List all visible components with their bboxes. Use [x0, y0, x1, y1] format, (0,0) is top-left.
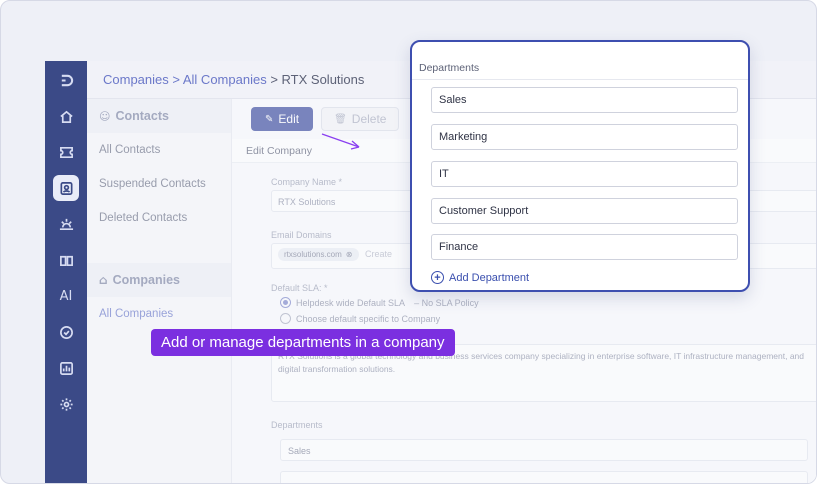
- add-department-label: Add Department: [449, 271, 530, 284]
- divider: [412, 79, 748, 80]
- contact-circle-icon: ☺: [99, 109, 111, 123]
- trash-icon: 🗑: [334, 113, 347, 125]
- settings-gear-icon[interactable]: [53, 391, 79, 417]
- remove-chip-icon[interactable]: ⊗: [346, 250, 353, 259]
- department-input-finance[interactable]: Finance: [431, 234, 738, 260]
- knowledge-base-icon[interactable]: [53, 247, 79, 273]
- ticket-icon[interactable]: [53, 139, 79, 165]
- plus-circle-icon: +: [431, 271, 444, 284]
- screen-frame: AI Companies > All Companies > RTX Solut…: [0, 0, 817, 484]
- contacts-icon[interactable]: [53, 175, 79, 201]
- breadcrumb-separator: >: [168, 72, 183, 87]
- domain-chip: rtxsolutions.com ⊗: [278, 248, 359, 261]
- icon-rail: AI: [45, 61, 87, 483]
- domain-chip-label: rtxsolutions.com: [284, 250, 342, 259]
- logo-icon[interactable]: [53, 67, 79, 93]
- radio-selected-icon: [280, 297, 291, 308]
- department-input-sales[interactable]: Sales: [280, 439, 808, 461]
- sidebar-item-all-contacts[interactable]: All Contacts: [87, 133, 231, 167]
- sidebar-item-all-companies[interactable]: All Companies: [87, 297, 231, 331]
- sidebar-item-deleted-contacts[interactable]: Deleted Contacts: [87, 201, 231, 235]
- department-input-sales[interactable]: Sales: [431, 87, 738, 113]
- company-name-label: Company Name *: [271, 177, 343, 187]
- pointer-arrow: [321, 133, 360, 150]
- breadcrumb: Companies > All Companies > RTX Solution…: [103, 72, 364, 87]
- home-icon[interactable]: [53, 103, 79, 129]
- check-circle-icon[interactable]: [53, 319, 79, 345]
- delete-label: Delete: [351, 112, 387, 126]
- breadcrumb-current: RTX Solutions: [281, 72, 365, 87]
- sla-radio-company[interactable]: Choose default specific to Company: [280, 313, 440, 324]
- department-input-customer-support[interactable]: Customer Support: [431, 198, 738, 224]
- radio-unselected-icon: [280, 313, 291, 324]
- departments-popup-title: Departments: [419, 62, 480, 74]
- contacts-header: ☺ Contacts: [87, 99, 231, 133]
- ai-icon[interactable]: AI: [53, 283, 79, 309]
- delete-button[interactable]: 🗑 Delete: [321, 107, 400, 131]
- department-input-it[interactable]: IT: [431, 161, 738, 187]
- tooltip-callout: Add or manage departments in a company: [151, 329, 455, 356]
- sla-radio-helpdesk[interactable]: Helpdesk wide Default SLA – No SLA Polic…: [280, 297, 479, 308]
- sla-option1-label: Helpdesk wide Default SLA: [296, 297, 406, 308]
- companies-header: ⌂ Companies: [87, 263, 231, 297]
- sla-option1-note: – No SLA Policy: [414, 297, 479, 308]
- add-department-button[interactable]: + Add Department: [431, 271, 529, 284]
- default-sla-label: Default SLA: *: [271, 283, 328, 293]
- email-domains-label: Email Domains: [271, 230, 332, 240]
- contacts-header-label: Contacts: [115, 109, 169, 123]
- ai-label: AI: [59, 288, 73, 304]
- edit-button[interactable]: ✎ Edit: [251, 107, 314, 131]
- sidebar-item-suspended-contacts[interactable]: Suspended Contacts: [87, 167, 231, 201]
- breadcrumb-companies[interactable]: Companies: [103, 72, 169, 87]
- pencil-icon: ✎: [265, 113, 274, 125]
- breadcrumb-all-companies[interactable]: All Companies: [183, 72, 267, 87]
- sla-option2-label: Choose default specific to Company: [296, 313, 441, 324]
- building-icon: ⌂: [99, 273, 108, 287]
- contacts-sidebar: ☺ Contacts All Contacts Suspended Contac…: [87, 99, 232, 483]
- department-input-marketing[interactable]: Marketing: [431, 124, 738, 150]
- department-input-next[interactable]: [280, 471, 808, 483]
- email-domain-placeholder: Create: [365, 249, 393, 259]
- reports-icon[interactable]: [53, 355, 79, 381]
- departments-label: Departments: [271, 420, 323, 430]
- departments-popup: Departments Sales Marketing IT Customer …: [410, 40, 750, 292]
- edit-label: Edit: [278, 112, 300, 126]
- breadcrumb-separator: >: [266, 72, 282, 87]
- companies-header-label: Companies: [112, 273, 180, 287]
- sunrise-icon[interactable]: [53, 211, 79, 237]
